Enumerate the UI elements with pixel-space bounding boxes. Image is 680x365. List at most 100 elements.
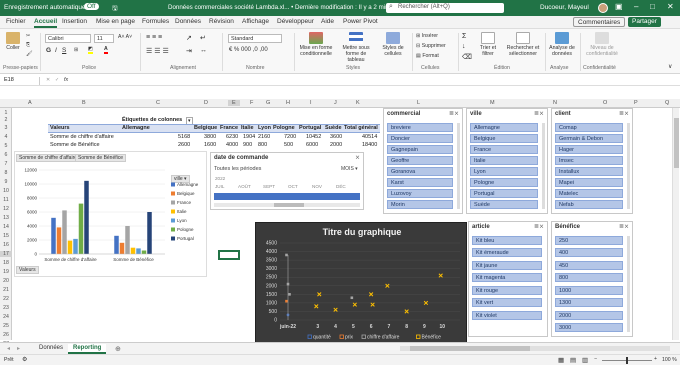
bar[interactable] xyxy=(136,248,141,254)
normal-view-icon[interactable]: ▦ xyxy=(558,356,564,364)
timeline-month[interactable]: JUIL xyxy=(215,184,224,189)
bar[interactable] xyxy=(62,210,67,254)
pivot-cell[interactable]: 2000 xyxy=(330,142,342,148)
sheet-tab-reporting[interactable]: Reporting xyxy=(68,344,107,354)
slicer-scrollbar[interactable] xyxy=(627,123,630,209)
font-color-icon[interactable]: A xyxy=(104,46,108,54)
slicer-item[interactable]: Morin xyxy=(387,200,453,209)
maximize-icon[interactable]: □ xyxy=(650,2,655,11)
zoom-slider-thumb[interactable] xyxy=(626,357,628,364)
scatter-point[interactable] xyxy=(352,302,357,307)
orientation-icon[interactable]: ↗ xyxy=(186,34,192,42)
paste-button[interactable]: Coller xyxy=(4,32,22,51)
save-icon[interactable]: 🖫 xyxy=(112,4,118,15)
tab-mise-en-page[interactable]: Mise en page xyxy=(96,18,135,25)
slicer-scrollbar[interactable] xyxy=(627,236,630,332)
collapse-ribbon-icon[interactable]: ∨ xyxy=(668,63,672,70)
slicer-item[interactable]: 400 xyxy=(555,248,623,257)
column-header[interactable]: F xyxy=(250,100,253,106)
slicer-filter-icon[interactable]: ≣⨯ xyxy=(619,223,629,230)
italic-icon[interactable]: I xyxy=(55,47,57,54)
slicer-item[interactable]: 2000 xyxy=(555,311,623,320)
bar[interactable] xyxy=(56,227,62,254)
comments-button[interactable]: Commentaires xyxy=(573,17,626,27)
pivot-cell[interactable]: 6000 xyxy=(306,142,318,148)
delete-button[interactable]: ⊟ Supprimer xyxy=(416,43,446,49)
conditional-format-button[interactable]: Mise en forme conditionnelle xyxy=(298,32,334,57)
slicer-commercial[interactable]: commercial ≣⨯ breviere Doncier Gagnepain… xyxy=(383,108,463,214)
slicer-item[interactable]: Nefab xyxy=(555,200,623,209)
row-header[interactable]: 8 xyxy=(0,170,12,176)
column-header[interactable]: P xyxy=(634,100,638,106)
sheet-tab-donnees[interactable]: Données xyxy=(34,344,68,352)
timeline-bar[interactable] xyxy=(214,193,360,200)
row-header[interactable]: 18 xyxy=(0,260,12,266)
timeline-month[interactable]: NOV xyxy=(312,184,322,189)
column-header[interactable]: G xyxy=(266,100,270,106)
zoom-in-icon[interactable]: + xyxy=(654,356,657,362)
row-header[interactable]: 25 xyxy=(0,323,12,329)
pivot-cell[interactable]: 3600 xyxy=(330,134,342,140)
row-header[interactable]: 6 xyxy=(0,152,12,158)
zoom-slider[interactable] xyxy=(602,357,652,364)
slicer-scrollbar[interactable] xyxy=(542,123,545,209)
pivot-cell[interactable]: 1600 xyxy=(204,142,216,148)
scatter-point[interactable] xyxy=(285,253,288,257)
row-header[interactable]: 20 xyxy=(0,278,12,284)
column-header[interactable]: K xyxy=(356,100,360,106)
timeline-unit[interactable]: MOIS ▾ xyxy=(341,166,358,172)
clear-filter-icon[interactable]: ⨯ xyxy=(355,154,360,161)
pivot-chart[interactable]: Somme de chiffre d'affaire Somme de Béné… xyxy=(14,151,207,277)
format-as-table-button[interactable]: Mettre sous forme de tableau xyxy=(337,32,375,63)
slicer-item[interactable]: Karst xyxy=(387,178,453,187)
pivot-cell[interactable]: 4000 xyxy=(226,142,238,148)
pivot-cell[interactable]: 800 xyxy=(258,142,267,148)
share-button[interactable]: Partager xyxy=(628,17,661,27)
column-header[interactable]: N xyxy=(553,100,557,106)
slicer-item[interactable]: Luzovoy xyxy=(387,189,453,198)
slicer-item[interactable]: Germain & Debon xyxy=(555,134,623,143)
zoom-out-icon[interactable]: − xyxy=(594,356,597,362)
row-header[interactable]: 1 xyxy=(0,110,12,116)
slicer-article[interactable]: article ≣⨯ Kit bleu Kit émeraude Kit jau… xyxy=(468,221,548,337)
minimize-icon[interactable]: – xyxy=(634,2,638,11)
slicer-item[interactable]: Installux xyxy=(555,167,623,176)
merge-icon[interactable]: ↔ xyxy=(200,47,207,54)
timeline-month[interactable]: OCT xyxy=(288,184,298,189)
avatar[interactable] xyxy=(598,3,608,13)
sort-filter-button[interactable]: Trier et filtrer xyxy=(474,32,502,57)
bar[interactable] xyxy=(73,238,78,254)
slicer-item[interactable]: Gagnepain xyxy=(387,145,453,154)
tab-developpeur[interactable]: Développeur xyxy=(277,18,314,25)
slicer-item[interactable]: Comap xyxy=(555,123,623,132)
slicer-item[interactable]: Kit bleu xyxy=(472,236,542,245)
clear-icon[interactable]: ⌫ xyxy=(462,53,472,61)
slicer-item[interactable]: Italie xyxy=(470,156,538,165)
slicer-item[interactable]: 800 xyxy=(555,273,623,282)
tab-aide[interactable]: Aide xyxy=(321,18,334,25)
indent-icon[interactable]: ⇥ xyxy=(186,47,192,55)
tab-insertion[interactable]: Insertion xyxy=(62,18,87,25)
autosave-toggle[interactable]: Off xyxy=(84,3,99,10)
slicer-ville[interactable]: ville ≣⨯ Allemagne Belgique France Itali… xyxy=(466,108,548,214)
bar[interactable] xyxy=(147,212,152,254)
tab-fichier[interactable]: Fichier xyxy=(6,18,26,25)
row-header[interactable]: 10 xyxy=(0,188,12,194)
pivot-cell[interactable]: 18400 xyxy=(362,142,377,148)
format-button[interactable]: ▤ Format xyxy=(416,53,439,59)
document-title[interactable]: Données commerciales société Lambda.xl..… xyxy=(168,4,389,11)
slicer-item[interactable]: breviere xyxy=(387,123,453,132)
sensitivity-button[interactable]: Niveau de confidentialité xyxy=(584,32,620,57)
vertical-scroll-thumb[interactable] xyxy=(674,118,679,168)
timeline-scroll-thumb[interactable] xyxy=(274,203,304,207)
slicer-item[interactable]: 1300 xyxy=(555,298,623,307)
cut-icon[interactable]: ✂ xyxy=(26,33,30,39)
slicer-item[interactable]: Kit vert xyxy=(472,298,542,307)
align-left-icon[interactable]: ☰ ☰ ☰ xyxy=(146,47,169,55)
slicer-item[interactable]: Belgique xyxy=(470,134,538,143)
find-select-button[interactable]: Rechercher et sélectionner xyxy=(504,32,542,57)
column-header[interactable]: A xyxy=(28,100,32,106)
slicer-client[interactable]: client ≣⨯ Comap Germain & Debon Hager Im… xyxy=(551,108,633,214)
increase-font-icon[interactable]: A˄ A˅ xyxy=(118,34,132,40)
close-icon[interactable]: ✕ xyxy=(667,2,674,11)
